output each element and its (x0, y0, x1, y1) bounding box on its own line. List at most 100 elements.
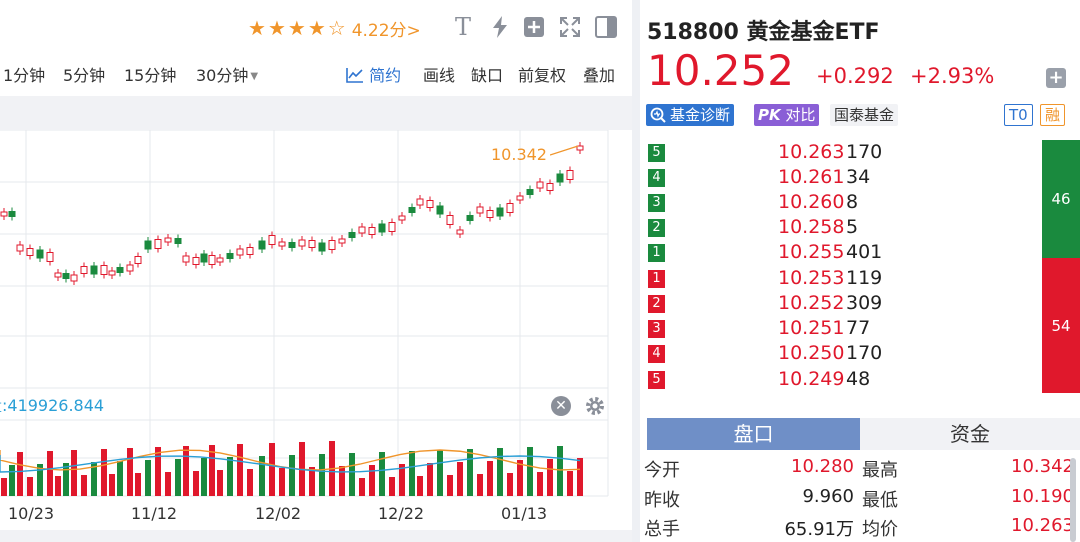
overlay-button[interactable]: 叠加 (583, 62, 615, 86)
period-1min[interactable]: 1分钟 (3, 62, 45, 86)
star-icon: ★ (307, 16, 326, 40)
draw-line-button[interactable]: 画线 (423, 62, 455, 86)
panel-toggle-icon[interactable] (593, 14, 619, 40)
period-selector: 1分钟 5分钟 15分钟 30分钟 ▼ 简约 画线 缺口 前复权 叠加 (0, 60, 632, 88)
candle (486, 210, 494, 218)
candle (328, 240, 336, 250)
quote-label: 最低 (862, 490, 898, 511)
bid-row[interactable]: 2 10.252 309 (648, 292, 1008, 317)
period-15min[interactable]: 15分钟 (124, 62, 176, 86)
ask-row[interactable]: 3 10.260 8 (648, 191, 1008, 216)
bid-volume: 77 (846, 317, 871, 339)
adjust-button[interactable]: 前复权 (518, 62, 566, 86)
volume-bar (457, 462, 463, 496)
candle (200, 253, 208, 263)
volume-bar (487, 461, 493, 496)
text-tool-icon[interactable]: T (450, 13, 476, 41)
quote-value: 10.263 (1011, 515, 1074, 536)
fullscreen-icon[interactable] (557, 14, 583, 40)
scrollbar[interactable] (1070, 458, 1076, 542)
ask-row[interactable]: 2 10.258 5 (648, 216, 1008, 241)
candle (546, 183, 554, 191)
rating[interactable]: ★ ★ ★ ★ ☆ 4.22分> (248, 14, 421, 42)
volume-bar (537, 472, 543, 496)
simple-mode-button[interactable]: 简约 (346, 62, 401, 86)
volume-bar (417, 476, 423, 496)
fund-diagnosis-button[interactable]: 基金诊断 (646, 104, 735, 126)
rating-score[interactable]: 4.22分> (352, 16, 421, 41)
volume-bar (135, 473, 141, 496)
ask-level: 3 (648, 194, 665, 212)
ask-price: 10.255 (778, 241, 845, 263)
bid-row[interactable]: 1 10.253 119 (648, 267, 1008, 292)
bid-volume: 48 (846, 368, 871, 390)
star-icon: ★ (267, 16, 286, 40)
ask-level: 4 (648, 169, 665, 187)
candle (496, 207, 504, 217)
volume-bar (269, 443, 275, 496)
ask-level: 1 (648, 244, 665, 262)
lightning-icon[interactable] (487, 14, 513, 40)
compare-label: 对比 (785, 106, 816, 124)
add-watchlist-button[interactable]: + (1046, 68, 1066, 88)
bid-row[interactable]: 5 10.249 48 (648, 368, 1008, 393)
volume-bar (567, 471, 573, 496)
date-label: 12/22 (378, 504, 425, 523)
period-30min[interactable]: 30分钟 ▼ (196, 62, 258, 86)
volume-bar (17, 452, 23, 496)
volume-bar (175, 459, 181, 496)
ask-price: 10.261 (778, 166, 845, 188)
volume-bar (193, 471, 199, 496)
tab-pankou[interactable]: 盘口 (647, 418, 860, 450)
candle (70, 274, 78, 282)
candle (164, 237, 172, 243)
candle (36, 249, 44, 259)
gap-button[interactable]: 缺口 (471, 62, 503, 86)
ask-level: 2 (648, 219, 665, 237)
candle (318, 242, 326, 252)
volume-bar (101, 449, 107, 496)
line-chart-icon (346, 68, 363, 83)
ask-row[interactable]: 1 10.255 401 (648, 241, 1008, 266)
volume-bar (477, 474, 483, 496)
bid-volume: 309 (846, 292, 883, 314)
volume-bar (109, 474, 115, 496)
chart-header-band (0, 96, 632, 130)
add-square-icon[interactable] (521, 14, 547, 40)
candle (236, 248, 244, 256)
ask-row[interactable]: 5 10.263 170 (648, 141, 1008, 166)
panel-divider[interactable] (632, 0, 640, 542)
kline-chart[interactable] (0, 130, 632, 530)
fund-company-tag[interactable]: 国泰基金 (830, 104, 899, 126)
quote-label: 均价 (862, 519, 898, 540)
tab-zijin[interactable]: 资金 (860, 418, 1080, 450)
candle (436, 205, 444, 215)
quote-row: 总手 65.91万 均价 10.263 (644, 515, 1074, 542)
ask-row[interactable]: 4 10.261 34 (648, 166, 1008, 191)
volume-bar (447, 475, 453, 496)
bid-row[interactable]: 4 10.250 170 (648, 342, 1008, 367)
candle (154, 239, 162, 249)
bid-row[interactable]: 3 10.251 77 (648, 317, 1008, 342)
close-indicator-icon[interactable]: ✕ (551, 396, 571, 416)
candle (46, 252, 54, 262)
quote-value: 9.960 (802, 486, 854, 507)
volume-bar (55, 476, 61, 496)
volume-bar (237, 444, 243, 496)
quote-row: 今开 10.280 最高 10.342 (644, 456, 1074, 484)
caret-down-icon: ▼ (250, 71, 259, 82)
candle (182, 255, 190, 263)
margin-badge: 融 (1040, 104, 1066, 126)
settings-gear-icon[interactable] (584, 395, 606, 421)
volume-bar (527, 447, 533, 496)
candle (338, 238, 346, 244)
ask-volume: 34 (846, 166, 871, 188)
candle (416, 198, 424, 206)
period-5min[interactable]: 5分钟 (63, 62, 105, 86)
volume-bar (145, 460, 151, 496)
compare-button[interactable]: PK 对比 (754, 104, 820, 126)
volume-bar (27, 477, 33, 496)
candle (174, 238, 182, 244)
candle (536, 181, 544, 189)
ask-volume: 401 (846, 241, 883, 263)
